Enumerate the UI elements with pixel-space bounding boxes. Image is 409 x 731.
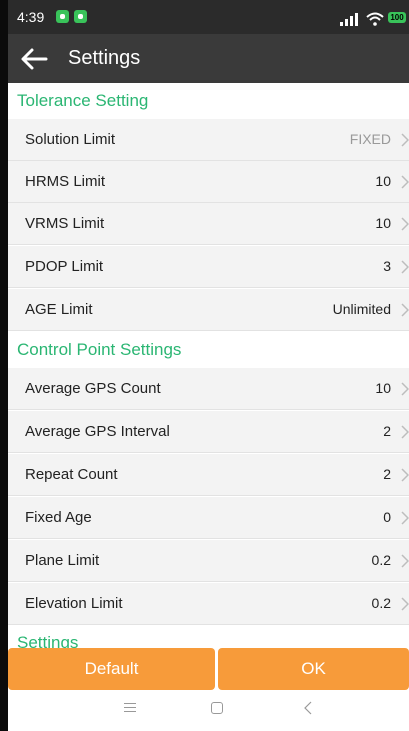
setting-row-average-gps-interval[interactable]: Average GPS Interval 2: [8, 411, 409, 453]
wifi-icon: [366, 12, 384, 26]
row-label: Average GPS Count: [25, 380, 161, 397]
menu-icon[interactable]: [124, 702, 136, 714]
settings-screen: 4:39 100 Settings Tolerance Setting Solu…: [8, 0, 409, 731]
row-label: PDOP Limit: [25, 258, 104, 275]
section-header-tolerance: Tolerance Setting: [8, 83, 409, 119]
chevron-right-icon: [401, 175, 409, 189]
row-value: 10: [375, 173, 391, 189]
chevron-right-icon: [401, 133, 409, 147]
setting-row-average-gps-count[interactable]: Average GPS Count 10: [8, 368, 409, 410]
row-label: Elevation Limit: [25, 595, 123, 612]
chevron-right-icon: [401, 425, 409, 439]
chevron-right-icon: [401, 554, 409, 568]
notification-icon: [56, 10, 69, 23]
chevron-right-icon: [401, 382, 409, 396]
row-value: 0.2: [371, 552, 391, 568]
row-value: 10: [375, 215, 391, 231]
system-nav-bar: [8, 690, 409, 731]
row-value: 0.2: [371, 595, 391, 611]
home-icon[interactable]: [211, 702, 223, 714]
row-label: Repeat Count: [25, 466, 118, 483]
section-title: Control Point Settings: [17, 340, 182, 359]
setting-row-fixed-age[interactable]: Fixed Age 0: [8, 497, 409, 539]
section-header-control-point: Control Point Settings: [8, 332, 409, 368]
row-value: 3: [383, 258, 391, 274]
row-label: Solution Limit: [25, 131, 116, 148]
chevron-right-icon: [401, 217, 409, 231]
notification-icon: [74, 10, 87, 23]
section-header-settings: Settings: [8, 626, 409, 648]
chevron-right-icon: [401, 597, 409, 611]
row-value: 0: [383, 509, 391, 525]
setting-row-vrms-limit[interactable]: VRMS Limit 10: [8, 203, 409, 245]
chevron-right-icon: [401, 468, 409, 482]
row-label: VRMS Limit: [25, 215, 105, 232]
status-time: 4:39: [17, 9, 45, 25]
setting-row-pdop-limit[interactable]: PDOP Limit 3: [8, 246, 409, 288]
battery-icon: 100: [388, 12, 406, 23]
ok-button[interactable]: OK: [218, 648, 409, 690]
row-value: Unlimited: [332, 301, 391, 317]
row-value: 2: [383, 466, 391, 482]
status-bar: 4:39 100: [8, 0, 409, 34]
row-value: 2: [383, 423, 391, 439]
setting-row-plane-limit[interactable]: Plane Limit 0.2: [8, 540, 409, 582]
setting-row-elevation-limit[interactable]: Elevation Limit 0.2: [8, 583, 409, 625]
default-button[interactable]: Default: [8, 648, 215, 690]
nav-back-icon[interactable]: [302, 701, 314, 715]
row-value: 10: [375, 380, 391, 396]
back-arrow-icon[interactable]: [20, 47, 48, 71]
row-label: Average GPS Interval: [25, 423, 170, 440]
chevron-right-icon: [401, 511, 409, 525]
left-edge-strip: [0, 0, 8, 731]
setting-row-repeat-count[interactable]: Repeat Count 2: [8, 454, 409, 496]
row-value: FIXED: [349, 131, 391, 147]
setting-row-age-limit[interactable]: AGE Limit Unlimited: [8, 289, 409, 331]
row-label: AGE Limit: [25, 301, 93, 318]
setting-row-hrms-limit[interactable]: HRMS Limit 10: [8, 161, 409, 203]
app-bar: Settings: [8, 34, 409, 83]
row-label: Fixed Age: [25, 509, 92, 526]
page-title: Settings: [68, 47, 141, 69]
row-label: HRMS Limit: [25, 173, 106, 190]
section-title: Tolerance Setting: [17, 91, 149, 110]
setting-row-solution-limit[interactable]: Solution Limit FIXED: [8, 119, 409, 161]
row-label: Plane Limit: [25, 552, 100, 569]
chevron-right-icon: [401, 303, 409, 317]
signal-icon: [340, 12, 362, 26]
section-title: Settings: [17, 633, 79, 648]
chevron-right-icon: [401, 260, 409, 274]
